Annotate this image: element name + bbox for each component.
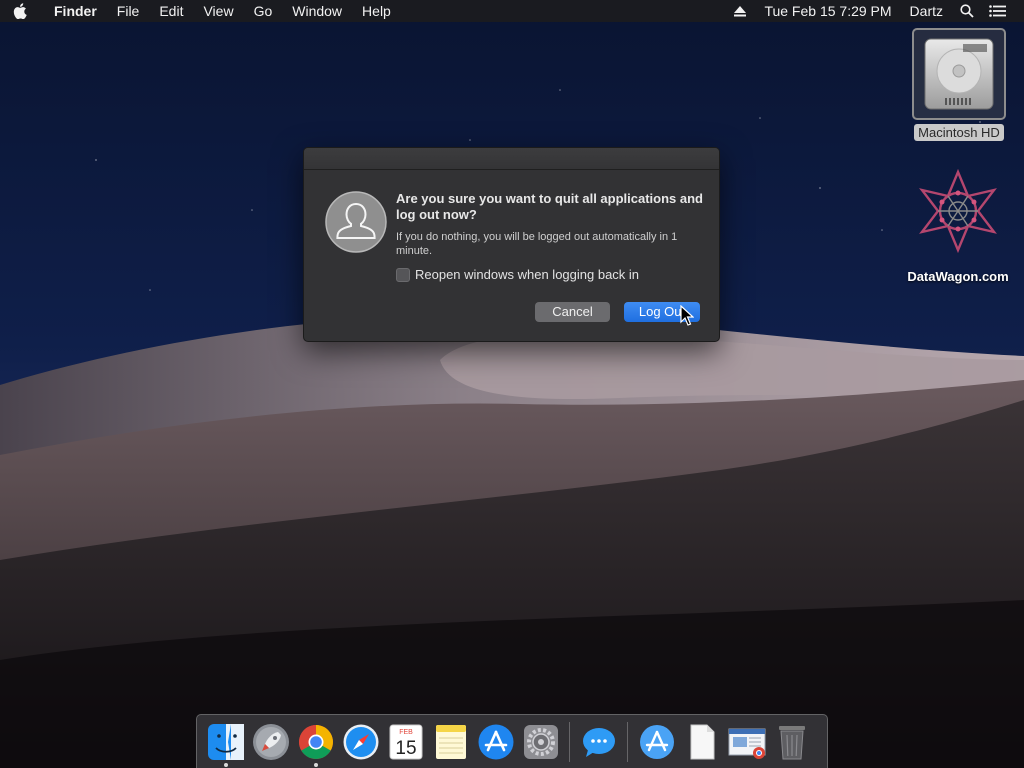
dock-item-app-store[interactable] [473, 715, 518, 768]
dock: FEB 15 [196, 714, 828, 768]
eject-icon[interactable] [725, 0, 755, 22]
running-indicator [313, 762, 318, 767]
menu-edit[interactable]: Edit [149, 0, 193, 22]
dock-separator [569, 721, 570, 762]
logout-dialog: Are you sure you want to quit all applic… [303, 147, 720, 342]
finder-icon [207, 723, 244, 760]
menu-user[interactable]: Dartz [901, 0, 952, 22]
running-indicator [223, 762, 228, 767]
safari-icon [343, 724, 378, 759]
spotlight-search-icon[interactable] [952, 0, 982, 22]
desktop-wallpaper [0, 0, 1024, 768]
calendar-icon: FEB 15 [389, 724, 422, 759]
desktop-icon-label: Macintosh HD [914, 124, 1004, 141]
document-icon [690, 724, 714, 759]
dock-item-system-preferences[interactable] [518, 715, 563, 768]
dock-item-chrome[interactable] [293, 715, 338, 768]
dock-item-downloads[interactable] [724, 715, 769, 768]
trash-icon [778, 725, 805, 759]
dock-item-finder[interactable] [203, 715, 248, 768]
menu-app-finder[interactable]: Finder [40, 0, 107, 22]
dock-item-applications[interactable] [634, 715, 679, 768]
dialog-info-text: If you do nothing, you will be logged ou… [396, 231, 678, 257]
dock-item-document[interactable] [679, 715, 724, 768]
menu-go[interactable]: Go [244, 0, 283, 22]
reopen-windows-option[interactable]: Reopen windows when logging back in [396, 267, 639, 282]
desktop-icon-macintosh-hd[interactable]: Macintosh HD [904, 28, 1014, 141]
menu-window[interactable]: Window [282, 0, 352, 22]
dialog-titlebar[interactable] [304, 148, 719, 170]
downloads-stack-icon [728, 728, 765, 759]
mouse-cursor-icon [680, 305, 694, 326]
dock-item-messages[interactable] [576, 715, 621, 768]
datawagon-logo-icon[interactable] [915, 168, 1001, 259]
app-store-icon [478, 724, 513, 759]
dock-separator [627, 721, 628, 762]
dock-item-trash[interactable] [769, 715, 814, 768]
chrome-icon [298, 724, 333, 759]
reopen-windows-label[interactable]: Reopen windows when logging back in [415, 267, 639, 282]
apple-logo-icon[interactable] [0, 0, 40, 22]
desktop-icon-label: DataWagon.com [907, 269, 1009, 284]
desktop-icon-datawagon[interactable]: DataWagon.com [903, 168, 1013, 284]
calendar-day: 15 [395, 738, 416, 759]
dialog-title: Are you sure you want to quit all applic… [396, 191, 703, 222]
menu-bar: Finder File Edit View Go Window Help Tue… [0, 0, 1024, 22]
system-preferences-icon [523, 724, 558, 759]
user-silhouette-icon [325, 191, 387, 253]
applications-folder-icon [639, 724, 674, 759]
dock-item-safari[interactable] [338, 715, 383, 768]
hard-drive-icon[interactable] [912, 28, 1006, 120]
reopen-windows-checkbox[interactable] [396, 267, 410, 282]
cancel-button[interactable]: Cancel [535, 302, 610, 322]
notes-icon [435, 724, 466, 759]
menu-help[interactable]: Help [352, 0, 401, 22]
dock-item-calendar[interactable]: FEB 15 [383, 715, 428, 768]
dock-item-launchpad[interactable] [248, 715, 293, 768]
menu-view[interactable]: View [193, 0, 243, 22]
notification-center-icon[interactable] [982, 0, 1012, 22]
desktop-screen: Finder File Edit View Go Window Help Tue… [0, 0, 1024, 768]
menu-clock[interactable]: Tue Feb 15 7:29 PM [755, 0, 900, 22]
menu-file[interactable]: File [107, 0, 150, 22]
dock-item-notes[interactable] [428, 715, 473, 768]
calendar-month: FEB [399, 729, 413, 736]
messages-icon [582, 727, 615, 757]
launchpad-icon [252, 723, 289, 760]
